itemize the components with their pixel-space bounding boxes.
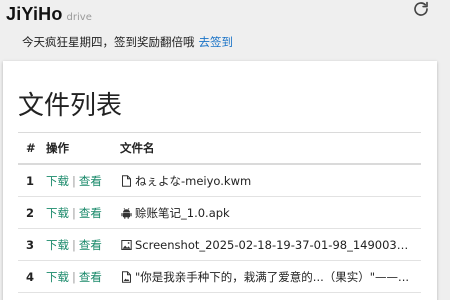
row-index: 4 [26,269,35,284]
image-document-icon [120,270,132,283]
file-name-cell: ねぇよな-meiyo.kwm [120,173,421,189]
file-name-cell: Screenshot_2025-02-18-19-37-01-98_149003… [120,238,421,252]
file-name: Screenshot_2025-02-18-19-37-01-98_149003… [135,237,413,252]
download-link[interactable]: 下载 [46,174,69,188]
file-name: ねぇよな-meiyo.kwm [135,173,252,188]
document-icon [120,174,132,187]
refresh-button[interactable] [410,0,432,22]
brand-subtitle: drive [66,12,92,23]
image-icon [120,239,132,251]
refresh-icon [412,0,430,22]
column-header-filename: 文件名 [120,141,155,155]
row-actions: 下载 | 查看 [46,237,120,253]
row-index: 1 [26,173,35,188]
brand[interactable]: JiYiHo drive [6,4,92,25]
column-header-index: # [26,141,36,155]
download-link[interactable]: 下载 [46,238,69,252]
download-link[interactable]: 下载 [46,206,69,220]
file-name: "你是我亲手种下的，栽满了爱意的...（果实）"——... [135,269,410,284]
row-actions: 下载 | 查看 [46,269,120,285]
file-list-card: 文件列表 # 操作 文件名 1 下载 | 查看 ねぇよな-meiyo.kwm 2… [3,61,437,300]
page-title: 文件列表 [18,91,123,121]
file-name-cell: 赊账笔记_1.0.apk [120,205,421,221]
brand-title: JiYiHo [6,4,63,24]
checkin-link[interactable]: 去签到 [199,35,234,49]
table-header-row: # 操作 文件名 [18,133,421,165]
row-actions: 下载 | 查看 [46,173,120,189]
file-table: # 操作 文件名 1 下载 | 查看 ねぇよな-meiyo.kwm 2 下载 |… [18,132,421,293]
notice-text: 今天疯狂星期四，签到奖励翻倍哦 [22,35,195,49]
view-link[interactable]: 查看 [79,206,102,220]
table-row: 1 下载 | 查看 ねぇよな-meiyo.kwm [18,165,421,197]
header: JiYiHo drive 今天疯狂星期四，签到奖励翻倍哦 去签到 [0,0,450,60]
row-actions: 下载 | 查看 [46,205,120,221]
file-name: 赊账笔记_1.0.apk [135,205,230,220]
action-separator: | [72,237,76,252]
table-row: 3 下载 | 查看 Screenshot_2025-02-18-19-37-01-9… [18,229,421,261]
table-row: 2 下载 | 查看 赊账笔记_1.0.apk [18,197,421,229]
android-icon [120,207,132,219]
row-index: 2 [26,205,35,220]
download-link[interactable]: 下载 [46,270,69,284]
row-index: 3 [26,237,35,252]
app-page: JiYiHo drive 今天疯狂星期四，签到奖励翻倍哦 去签到 文件列表 # 操… [0,0,450,300]
file-name-cell: "你是我亲手种下的，栽满了爱意的...（果实）"——... [120,269,421,285]
view-link[interactable]: 查看 [79,270,102,284]
view-link[interactable]: 查看 [79,174,102,188]
action-separator: | [72,205,76,220]
table-row: 4 下载 | 查看 "你是我亲手种下的，栽满了爱意的...（果实）"——... [18,261,421,293]
view-link[interactable]: 查看 [79,238,102,252]
checkin-notice: 今天疯狂星期四，签到奖励翻倍哦 去签到 [22,34,233,50]
column-header-actions: 操作 [46,141,69,155]
action-separator: | [72,269,76,284]
action-separator: | [72,173,76,188]
